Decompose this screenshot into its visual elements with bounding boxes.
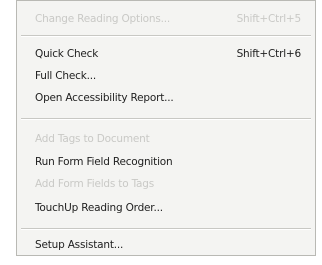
menu-item-label: Setup Assistant... — [35, 239, 124, 251]
menu-item-run-form-field-recognition[interactable]: Run Form Field Recognition — [35, 153, 301, 171]
menu-item-label: Quick Check — [35, 48, 99, 60]
menu-item-label: Open Accessibility Report... — [35, 92, 174, 104]
accessibility-context-menu: Change Reading Options... Shift+Ctrl+5 Q… — [16, 0, 316, 256]
menu-separator — [21, 118, 311, 120]
menu-item-label: Run Form Field Recognition — [35, 156, 173, 168]
menu-item-setup-assistant[interactable]: Setup Assistant... — [35, 236, 301, 254]
menu-separator — [21, 35, 311, 37]
menu-item-full-check[interactable]: Full Check... — [35, 67, 301, 85]
menu-item-label: Full Check... — [35, 70, 97, 82]
menu-item-shortcut: Shift+Ctrl+5 — [236, 13, 302, 25]
menu-item-label: Add Form Fields to Tags — [35, 178, 155, 190]
menu-item-label: TouchUp Reading Order... — [35, 202, 163, 214]
menu-separator — [21, 228, 311, 230]
menu-item-touchup-reading-order[interactable]: TouchUp Reading Order... — [35, 199, 301, 217]
menu-item-add-tags-to-document: Add Tags to Document — [35, 130, 301, 148]
menu-item-quick-check[interactable]: Quick Check Shift+Ctrl+6 — [35, 45, 301, 63]
menu-item-open-accessibility-report[interactable]: Open Accessibility Report... — [35, 89, 301, 107]
menu-item-shortcut: Shift+Ctrl+6 — [236, 48, 302, 60]
menu-item-label: Add Tags to Document — [35, 133, 150, 145]
menu-item-add-form-fields-to-tags: Add Form Fields to Tags — [35, 175, 301, 193]
menu-item-change-reading-options: Change Reading Options... Shift+Ctrl+5 — [35, 10, 301, 28]
menu-item-label: Change Reading Options... — [35, 13, 171, 25]
